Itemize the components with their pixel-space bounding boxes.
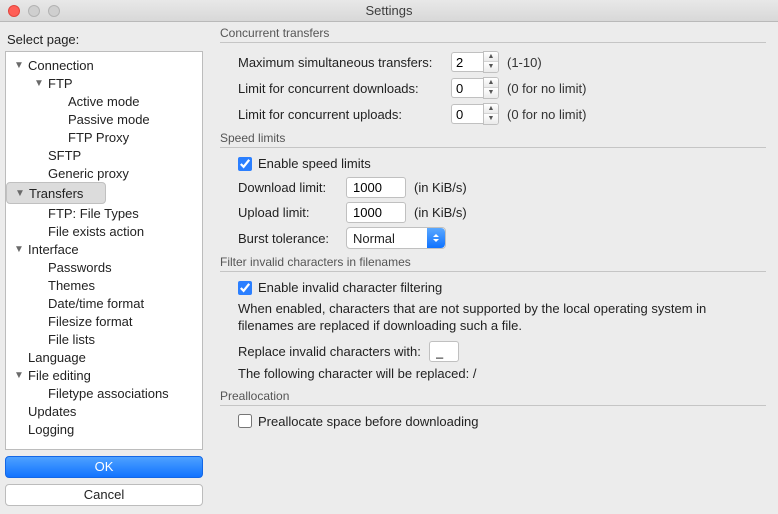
tree-item-filetype-associations[interactable]: Filetype associations — [6, 384, 202, 402]
dl-limit-label: Download limit: — [238, 180, 338, 195]
disclosure-icon[interactable]: ▼ — [12, 60, 26, 71]
stepper-down-icon[interactable]: ▼ — [484, 62, 498, 72]
select-arrows-icon — [427, 228, 445, 248]
cancel-button[interactable]: Cancel — [5, 484, 203, 506]
tree-item-passive-mode[interactable]: Passive mode — [6, 110, 202, 128]
sidebar: Select page: ▼Connection▼FTPActive modeP… — [0, 22, 208, 514]
max-transfers-hint: (1-10) — [507, 55, 542, 70]
tree-item-label: File lists — [46, 332, 95, 347]
tree-item-label: Passwords — [46, 260, 112, 275]
tree-item-label: FTP: File Types — [46, 206, 139, 221]
tree-item-label: Passive mode — [66, 112, 150, 127]
dl-limit-input[interactable] — [346, 177, 406, 198]
concurrent-ul-label: Limit for concurrent uploads: — [238, 107, 443, 122]
group-concurrent-title: Concurrent transfers — [220, 26, 766, 40]
select-page-label: Select page: — [7, 32, 201, 47]
tree-item-connection[interactable]: ▼Connection — [6, 56, 202, 74]
enable-speed-limits-label: Enable speed limits — [258, 156, 371, 171]
disclosure-icon[interactable]: ▼ — [13, 188, 27, 199]
max-transfers-spinner[interactable]: ▲▼ — [451, 51, 499, 73]
concurrent-ul-spinner[interactable]: ▲▼ — [451, 103, 499, 125]
stepper-up-icon[interactable]: ▲ — [484, 78, 498, 88]
tree-item-label: File exists action — [46, 224, 144, 239]
tree-item-label: Active mode — [66, 94, 140, 109]
group-speed-title: Speed limits — [220, 131, 766, 145]
tree-item-label: Date/time format — [46, 296, 144, 311]
disclosure-icon[interactable]: ▼ — [12, 370, 26, 381]
concurrent-dl-hint: (0 for no limit) — [507, 81, 586, 96]
prealloc-checkbox[interactable] — [238, 414, 252, 428]
tree-item-label: Connection — [26, 58, 94, 73]
concurrent-dl-label: Limit for concurrent downloads: — [238, 81, 443, 96]
tree-item-label: Generic proxy — [46, 166, 129, 181]
prealloc-label: Preallocate space before downloading — [258, 414, 478, 429]
tree-item-file-editing[interactable]: ▼File editing — [6, 366, 202, 384]
tree-item-logging[interactable]: Logging — [6, 420, 202, 438]
group-filter-title: Filter invalid characters in filenames — [220, 255, 766, 269]
stepper-down-icon[interactable]: ▼ — [484, 114, 498, 124]
enable-speed-limits-checkbox[interactable] — [238, 157, 252, 171]
tree-item-label: SFTP — [46, 148, 81, 163]
stepper-up-icon[interactable]: ▲ — [484, 104, 498, 114]
ul-limit-label: Upload limit: — [238, 205, 338, 220]
tree-item-label: Transfers — [27, 186, 83, 201]
tree-item-label: FTP — [46, 76, 73, 91]
burst-label: Burst tolerance: — [238, 231, 338, 246]
disclosure-icon[interactable]: ▼ — [32, 78, 46, 89]
tree-item-label: FTP Proxy — [66, 130, 129, 145]
burst-select[interactable]: Normal — [346, 227, 446, 249]
dl-limit-unit: (in KiB/s) — [414, 180, 467, 195]
settings-panel: Concurrent transfers Maximum simultaneou… — [208, 22, 778, 514]
tree-item-ftp-file-types[interactable]: FTP: File Types — [6, 204, 202, 222]
tree-item-updates[interactable]: Updates — [6, 402, 202, 420]
tree-item-ftp-proxy[interactable]: FTP Proxy — [6, 128, 202, 146]
tree-item-label: Filesize format — [46, 314, 133, 329]
window-title: Settings — [0, 3, 778, 18]
ok-button[interactable]: OK — [5, 456, 203, 478]
replaced-chars: The following character will be replaced… — [238, 366, 758, 383]
concurrent-dl-spinner[interactable]: ▲▼ — [451, 77, 499, 99]
concurrent-dl-input[interactable] — [451, 78, 483, 98]
replace-input[interactable] — [429, 341, 459, 362]
tree-item-passwords[interactable]: Passwords — [6, 258, 202, 276]
tree-item-interface[interactable]: ▼Interface — [6, 240, 202, 258]
ul-limit-unit: (in KiB/s) — [414, 205, 467, 220]
stepper-down-icon[interactable]: ▼ — [484, 88, 498, 98]
tree-item-label: Updates — [26, 404, 76, 419]
replace-label: Replace invalid characters with: — [238, 344, 421, 359]
tree-item-ftp[interactable]: ▼FTP — [6, 74, 202, 92]
tree-item-label: Interface — [26, 242, 79, 257]
max-transfers-label: Maximum simultaneous transfers: — [238, 55, 443, 70]
tree-item-generic-proxy[interactable]: Generic proxy — [6, 164, 202, 182]
tree-item-label: Filetype associations — [46, 386, 169, 401]
tree-item-date-time-format[interactable]: Date/time format — [6, 294, 202, 312]
tree-item-transfers[interactable]: ▼Transfers — [6, 182, 106, 204]
tree-item-label: File editing — [26, 368, 91, 383]
burst-value: Normal — [353, 231, 395, 246]
tree-item-file-exists-action[interactable]: File exists action — [6, 222, 202, 240]
tree-item-language[interactable]: Language — [6, 348, 202, 366]
tree-item-sftp[interactable]: SFTP — [6, 146, 202, 164]
tree-item-label: Logging — [26, 422, 74, 437]
concurrent-ul-hint: (0 for no limit) — [507, 107, 586, 122]
tree-item-label: Themes — [46, 278, 95, 293]
enable-filter-checkbox[interactable] — [238, 281, 252, 295]
enable-filter-label: Enable invalid character filtering — [258, 280, 442, 295]
tree-item-filesize-format[interactable]: Filesize format — [6, 312, 202, 330]
tree-item-active-mode[interactable]: Active mode — [6, 92, 202, 110]
titlebar: Settings — [0, 0, 778, 22]
tree-item-themes[interactable]: Themes — [6, 276, 202, 294]
filter-description: When enabled, characters that are not su… — [238, 301, 758, 335]
tree-item-label: Language — [26, 350, 86, 365]
ul-limit-input[interactable] — [346, 202, 406, 223]
concurrent-ul-input[interactable] — [451, 104, 483, 124]
max-transfers-input[interactable] — [451, 52, 483, 72]
page-tree[interactable]: ▼Connection▼FTPActive modePassive modeFT… — [5, 51, 203, 450]
group-prealloc-title: Preallocation — [220, 389, 766, 403]
stepper-up-icon[interactable]: ▲ — [484, 52, 498, 62]
disclosure-icon[interactable]: ▼ — [12, 244, 26, 255]
tree-item-file-lists[interactable]: File lists — [6, 330, 202, 348]
